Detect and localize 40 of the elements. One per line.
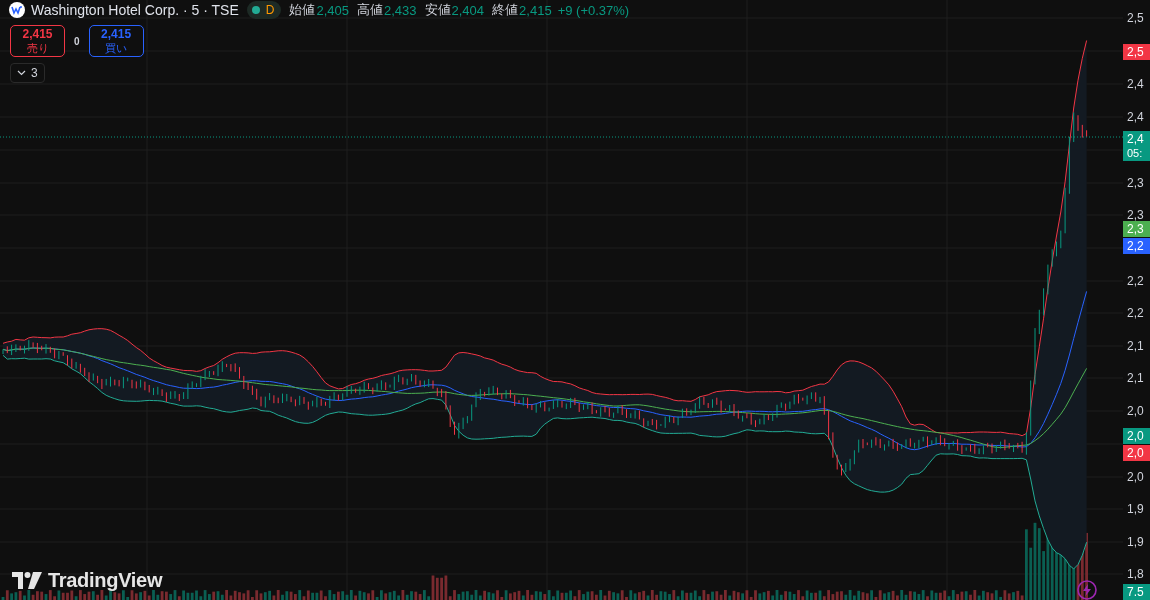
- price-tick-label: 2,3: [1127, 175, 1144, 191]
- price-badge: 2,2: [1123, 238, 1150, 254]
- tradingview-logo-icon: [12, 572, 42, 589]
- logo-icon: [9, 2, 25, 18]
- buy-button[interactable]: 2,415 買い: [88, 25, 144, 57]
- ohlc-value: 2,415: [519, 2, 552, 18]
- price-tick-label: 2,4: [1127, 109, 1144, 125]
- ohlc-label: 安値: [424, 1, 451, 19]
- price-tick-label: 2,1: [1127, 338, 1144, 354]
- price-tick-label: 1,9: [1127, 534, 1144, 550]
- price-tick-label: 2,4: [1127, 76, 1144, 92]
- price-tick-label: 2,1: [1127, 370, 1144, 386]
- price-tick-label: 1,9: [1127, 501, 1144, 517]
- interval-label: D: [265, 3, 275, 17]
- ohlc-value: 2,404: [451, 2, 485, 18]
- indicators-toggle-button[interactable]: 3: [10, 63, 45, 83]
- ohlc-value: 2,405: [316, 2, 349, 18]
- ohlc-label: 始値: [289, 1, 316, 19]
- price-tick-label: 2,3: [1127, 207, 1144, 223]
- price-badge: 2,0: [1123, 428, 1150, 444]
- brand-name: TradingView: [48, 569, 163, 592]
- price-badge: 7.5: [1123, 584, 1150, 600]
- price-badge: 2,5: [1123, 44, 1150, 60]
- lightning-icon[interactable]: [1077, 580, 1097, 600]
- price-change: +9 (+0.37%): [557, 2, 630, 18]
- price-tick-label: 2,2: [1127, 273, 1144, 289]
- price-badge: 2,3: [1123, 221, 1150, 237]
- price-tick-label: 2,0: [1127, 403, 1144, 419]
- symbol-title[interactable]: Washington Hotel Corp. · 5 · TSE: [31, 2, 239, 18]
- price-tick-label: 2,0: [1127, 469, 1144, 485]
- ohlc-label: 高値: [357, 1, 383, 19]
- ohlc-label: 終値: [492, 1, 519, 19]
- spread-value: 0: [74, 35, 80, 47]
- price-tick-label: 1,8: [1127, 566, 1144, 582]
- price-badge: 2,0: [1123, 445, 1150, 461]
- ohlc-value: 2,433: [384, 2, 417, 18]
- price-tick-label: 2,5: [1127, 10, 1144, 26]
- price-tick-label: 2,2: [1127, 305, 1144, 321]
- sell-button[interactable]: 2,415 売り: [10, 25, 65, 57]
- price-badge: 2,4 05:: [1123, 131, 1150, 161]
